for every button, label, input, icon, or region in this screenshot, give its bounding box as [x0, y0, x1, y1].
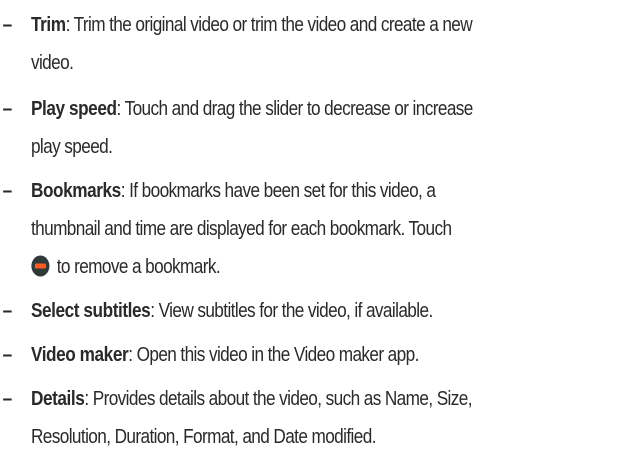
item-line: Resolution, Duration, Format, and Date m… [30, 426, 377, 448]
item-text: Bookmarks: If bookmarks have been set fo… [31, 172, 616, 286]
item-desc: : Provides details about the video, such… [84, 388, 472, 410]
item-text: Details: Provides details about the vide… [31, 380, 616, 456]
item-line: Play speed: Touch and drag the slider to… [31, 90, 616, 128]
bullet-dash: – [2, 98, 13, 120]
item-term: Play speed [30, 98, 117, 120]
item-line: Trim: Trim the original video or trim th… [31, 6, 616, 44]
item-desc: : Open this video in the Video maker app… [128, 344, 419, 366]
item-desc: : If bookmarks have been set for this vi… [120, 180, 436, 202]
remove-bookmark-icon [31, 255, 50, 277]
item-term: Video maker [30, 344, 129, 366]
item-text: Select subtitles: View subtitles for the… [31, 292, 616, 330]
item-desc: : Touch and drag the slider to decrease … [116, 98, 474, 120]
item-line: Video maker: Open this video in the Vide… [31, 336, 616, 374]
item-line: Bookmarks: If bookmarks have been set fo… [31, 172, 616, 210]
item-line: play speed. [30, 136, 113, 158]
bullet-dash: – [2, 180, 13, 202]
item-line: Select subtitles: View subtitles for the… [31, 292, 616, 330]
item-desc: : View subtitles for the video, if avail… [150, 300, 433, 322]
item-text: Video maker: Open this video in the Vide… [31, 336, 616, 374]
item-line: video. [30, 52, 74, 74]
bullet-dash: – [2, 344, 13, 366]
item-line: Details: Provides details about the vide… [31, 380, 616, 418]
bullet-dash: – [2, 300, 13, 322]
bullet-dash: – [2, 388, 13, 410]
item-term: Bookmarks [30, 180, 121, 202]
item-term: Details [30, 388, 85, 410]
item-desc: to remove a bookmark. [56, 256, 221, 278]
item-text: Play speed: Touch and drag the slider to… [31, 90, 616, 166]
item-term: Select subtitles [30, 300, 151, 322]
item-term: Trim [30, 14, 66, 36]
item-text: Trim: Trim the original video or trim th… [31, 6, 616, 82]
item-desc: : Trim the original video or trim the vi… [65, 14, 473, 36]
bullet-dash: – [2, 14, 13, 36]
item-line: thumbnail and time are displayed for eac… [30, 218, 452, 240]
item-line: to remove a bookmark. [31, 248, 616, 286]
